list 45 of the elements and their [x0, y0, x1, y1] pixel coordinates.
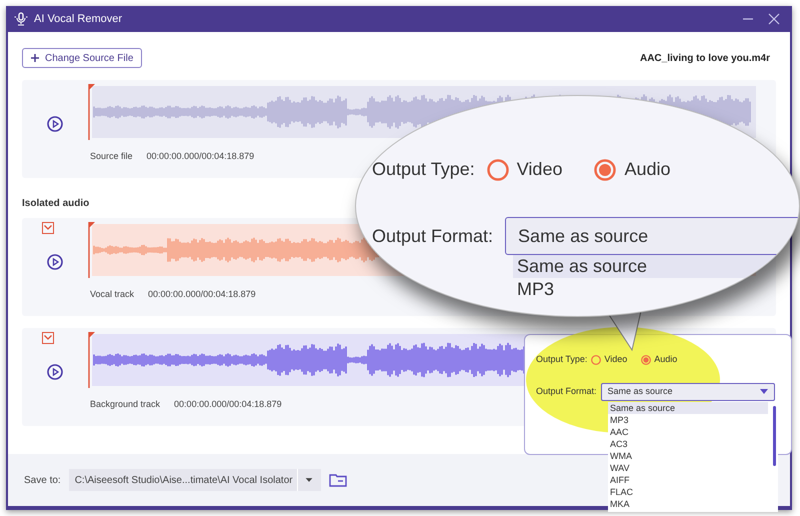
play-icon[interactable] [47, 364, 63, 380]
scrollbar[interactable] [773, 406, 776, 466]
format-option[interactable]: AIFF [608, 474, 768, 486]
track-label: Background track [90, 398, 160, 411]
radio-option[interactable]: Video [591, 353, 628, 366]
format-option[interactable]: MP3 [513, 278, 799, 301]
section-title: Isolated audio [22, 197, 90, 210]
format-dropdown[interactable]: Same as source [600, 382, 775, 400]
track-time: 00:00:00.000/00:04:18.879 [146, 150, 254, 163]
track-label: Vocal track [90, 288, 134, 301]
checkbox[interactable] [42, 332, 54, 344]
plus-icon [31, 54, 39, 62]
track-label: Source file [90, 150, 133, 163]
output-format-label: Output Format: [372, 224, 494, 248]
track-time: 00:00:00.000/00:04:18.879 [174, 398, 282, 411]
format-option[interactable]: MP3 [608, 414, 768, 426]
output-format-label: Output Format: [536, 384, 597, 398]
window-title: AI Vocal Remover [34, 12, 122, 27]
format-option[interactable]: WAV [608, 462, 768, 474]
microphone-icon [14, 12, 28, 26]
radio-option[interactable]: Audio [594, 156, 671, 183]
close-icon[interactable] [768, 13, 780, 25]
check-icon [44, 224, 52, 232]
radio-option[interactable]: Video [486, 156, 562, 183]
caret-icon [760, 388, 768, 394]
save-label: Save to: [24, 474, 61, 488]
format-option[interactable]: AAC [608, 426, 768, 438]
checkbox[interactable] [42, 222, 54, 234]
format-option[interactable]: Same as source [608, 402, 768, 414]
check-icon [44, 334, 52, 342]
format-option[interactable]: MKA [608, 498, 768, 510]
format-option[interactable]: WMA [608, 450, 768, 462]
format-option[interactable]: AC3 [608, 438, 768, 450]
play-icon[interactable] [47, 254, 63, 270]
play-icon[interactable] [47, 116, 63, 132]
format-dropdown[interactable]: Same as source [505, 217, 799, 255]
folder-icon[interactable] [328, 473, 347, 487]
radio-option[interactable]: Audio [641, 353, 678, 366]
change-source-button[interactable]: Change Source File [22, 48, 142, 68]
file-name: AAC_living to love you.m4r [640, 52, 770, 66]
output-type-label: Output Type: [536, 353, 588, 366]
format-option[interactable]: FLAC [608, 486, 768, 498]
track-time: 00:00:00.000/00:04:18.879 [148, 288, 256, 301]
output-type-label: Output Type: [372, 158, 475, 181]
save-path-dropdown[interactable]: C:\Aiseesoft Studio\Aise...timate\AI Vocal Isolator [68, 469, 321, 491]
